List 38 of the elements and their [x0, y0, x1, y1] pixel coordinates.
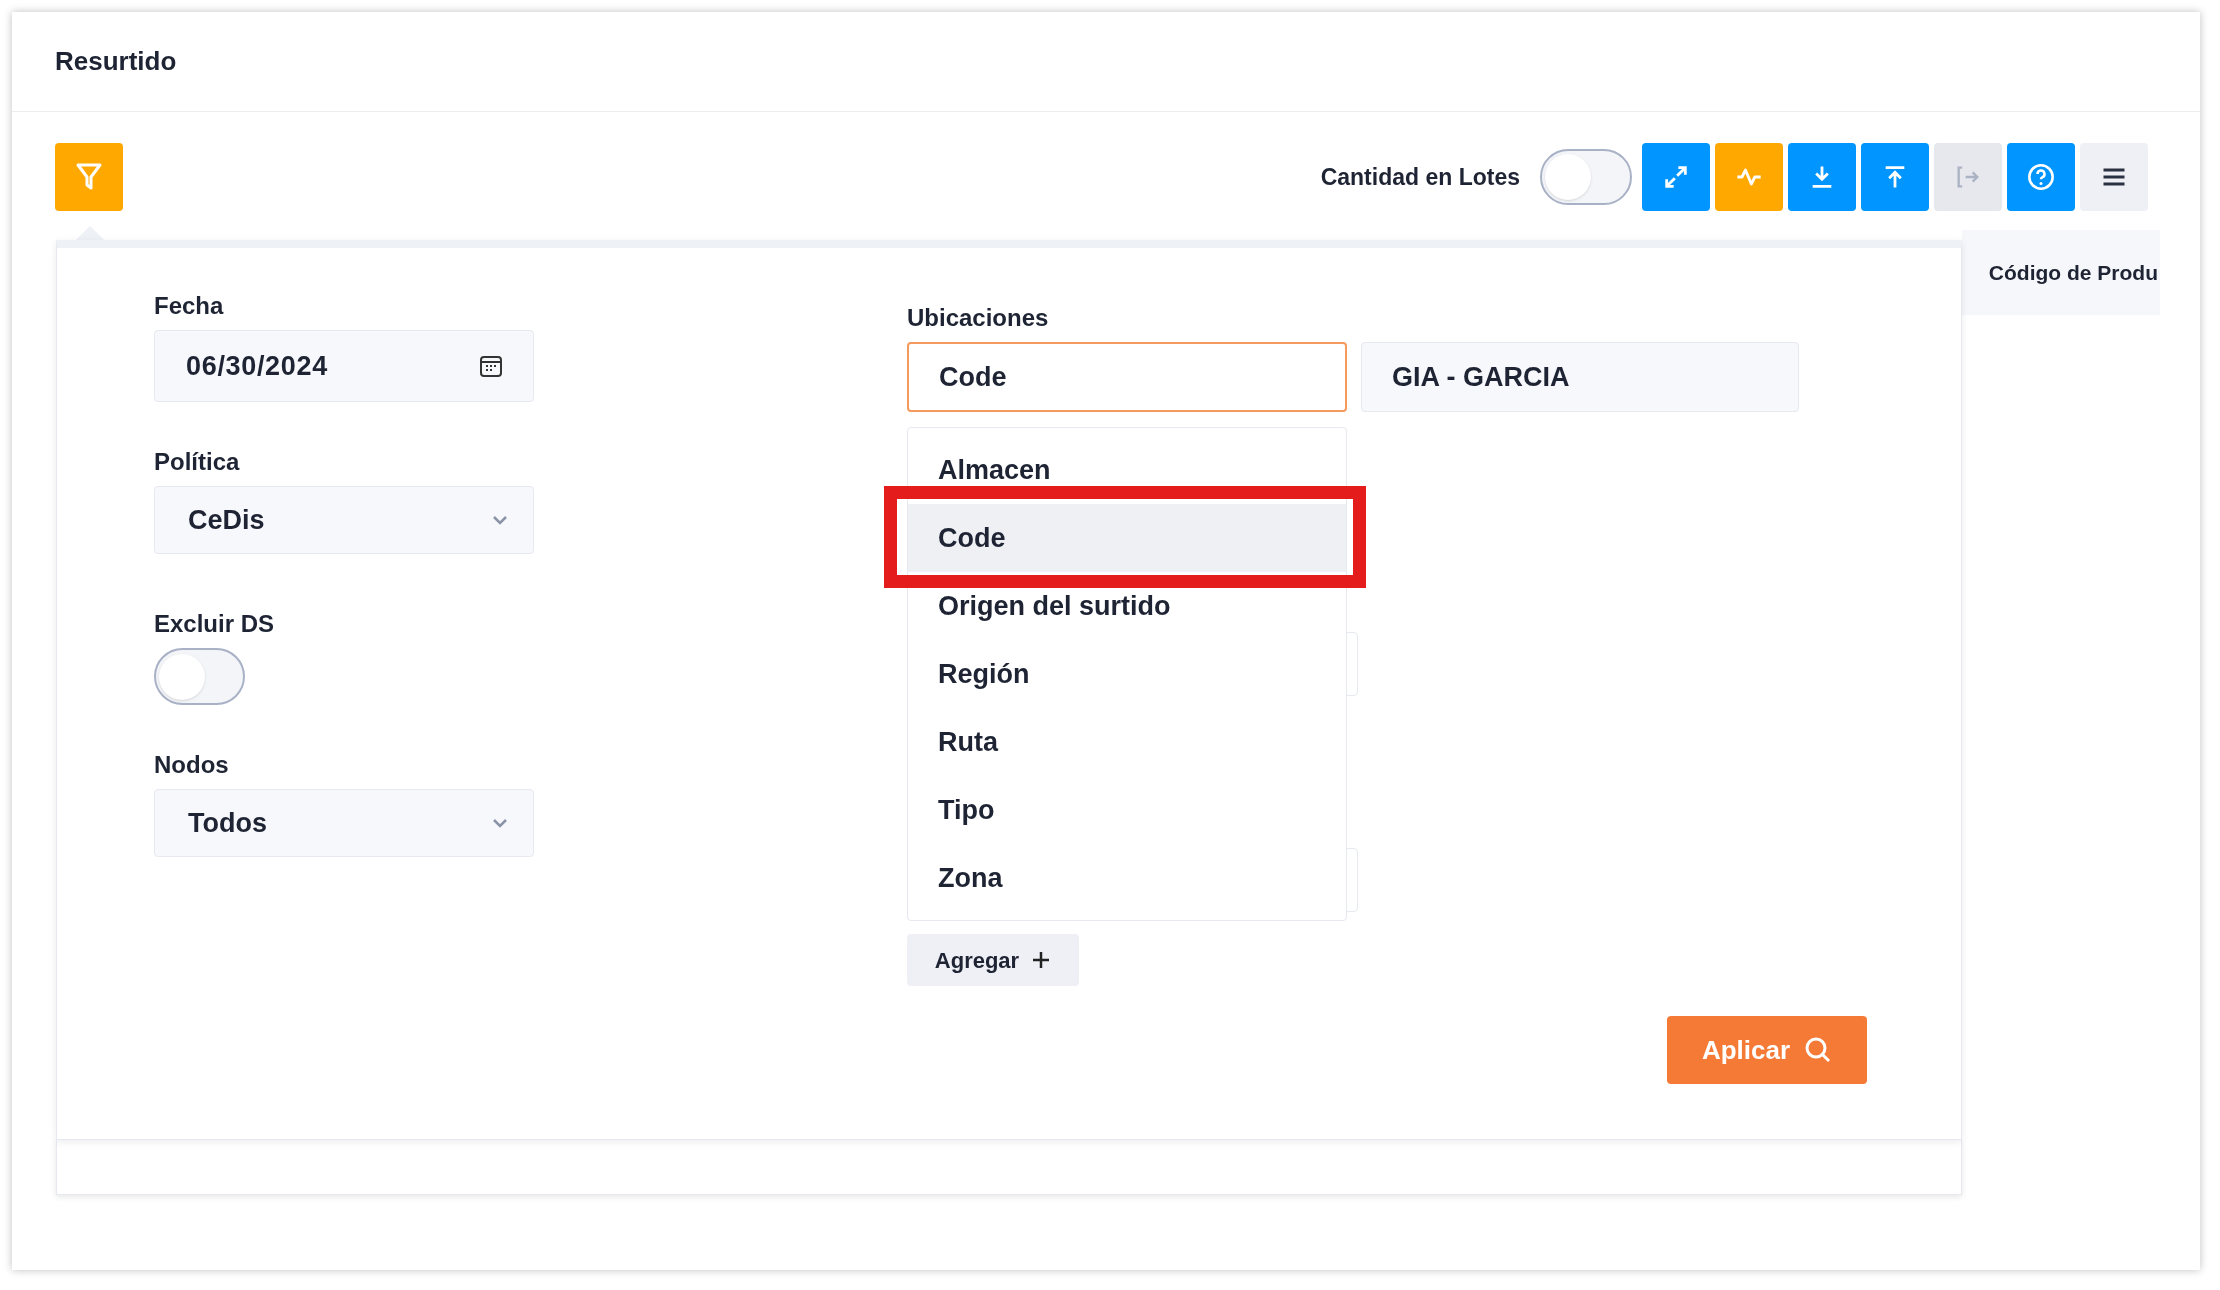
nodos-select[interactable]: Todos [154, 789, 534, 857]
download-button[interactable] [1788, 143, 1856, 211]
dropdown-option[interactable]: Code [908, 504, 1346, 572]
dropdown-option[interactable]: Ruta [908, 708, 1346, 776]
field-label: Excluir DS [154, 609, 276, 636]
dropdown-option[interactable]: Zona [908, 844, 1346, 912]
chevron-down-icon [491, 514, 509, 526]
search-icon [1804, 1036, 1833, 1064]
help-button[interactable] [2007, 143, 2075, 211]
field-label: Política [154, 447, 241, 474]
chevron-down-icon [491, 817, 509, 829]
upload-button[interactable] [1861, 143, 1929, 211]
filter-icon [75, 162, 103, 192]
location-value-field[interactable]: GIA - GARCIA [1361, 342, 1799, 412]
excluir-toggle[interactable] [154, 648, 245, 705]
field-label: Nodos [154, 750, 230, 777]
pulse-button[interactable] [1715, 143, 1783, 211]
politica-select[interactable]: CeDis [154, 486, 534, 554]
dropdown-option[interactable]: Almacen [908, 436, 1346, 504]
expand-button[interactable] [1642, 143, 1710, 211]
field-label: Ubicaciones [907, 303, 1050, 330]
expand-icon [1662, 163, 1690, 191]
filter-button[interactable] [55, 143, 123, 211]
location-type-field[interactable]: Code [907, 342, 1347, 412]
page-title: Resurtido [55, 45, 177, 78]
dropdown-option[interactable]: Tipo [908, 776, 1346, 844]
menu-button[interactable] [2080, 143, 2148, 211]
help-icon [2027, 163, 2055, 191]
dropdown-option[interactable]: Origen del surtido [908, 572, 1346, 640]
calendar-icon [479, 354, 503, 378]
column-header: Código de Produ [1962, 230, 2160, 315]
plus-icon [1031, 950, 1052, 970]
date-field[interactable]: 06/30/2024 [154, 330, 534, 402]
lotes-label: Cantidad en Lotes [1320, 162, 1520, 192]
dropdown-option[interactable]: Región [908, 640, 1346, 708]
add-button[interactable]: Agregar [907, 934, 1079, 986]
lotes-toggle[interactable] [1540, 149, 1632, 205]
field-label: Fecha [154, 291, 225, 318]
